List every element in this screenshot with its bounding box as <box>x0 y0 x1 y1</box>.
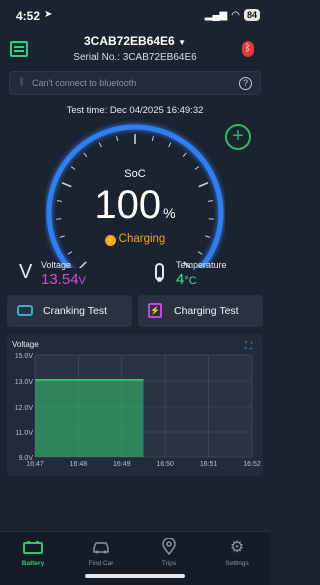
serial-number: Serial No.: 3CAB72EB64E6 <box>73 52 197 63</box>
nav-find-car[interactable]: Find Car <box>71 538 131 567</box>
device-selector[interactable]: 3CAB72EB64E6 ▼ <box>0 34 270 48</box>
signal-icon: ▂▄▆ <box>204 9 228 21</box>
nav-trips[interactable]: Trips <box>139 538 199 567</box>
soc-label: SoC <box>124 168 146 180</box>
voltage-unit: V <box>78 275 86 287</box>
nav-battery[interactable]: Battery <box>3 538 63 567</box>
gauge-tick <box>197 251 203 255</box>
test-time: Test time: Dec 04/2025 16:49:32 <box>66 105 204 116</box>
location-arrow-icon: ➤ <box>44 9 53 20</box>
charging-plug-icon: ⚡ <box>148 303 162 318</box>
thermometer-icon <box>155 263 164 282</box>
gauge-tick <box>98 142 102 148</box>
y-tick-label: 12.0V <box>15 405 34 412</box>
charging-test-button[interactable]: ⚡ Charging Test <box>138 295 263 327</box>
y-tick-label: 15.0V <box>15 353 34 360</box>
x-tick-label: 16:49 <box>113 461 131 468</box>
y-tick-label: 13.0V <box>15 379 34 386</box>
temperature-label: Temperature <box>176 260 227 270</box>
x-tick-label: 16:50 <box>156 461 174 468</box>
bolt-icon: ⚡ <box>104 235 116 246</box>
status-icons: ▂▄▆ ◠ 84 <box>205 9 260 21</box>
battery-status-icon: 84 <box>243 9 260 21</box>
x-tick-label: 16:52 <box>243 461 261 468</box>
device-name: 3CAB72EB64E6 <box>84 34 175 48</box>
voltage-icon: V <box>19 261 33 283</box>
bluetooth-disconnected-icon[interactable]: ᛒ <box>242 41 254 57</box>
gear-icon: ⚙ <box>229 539 245 556</box>
nav-trips-label: Trips <box>161 560 177 567</box>
voltage-area <box>35 379 144 457</box>
caret-down-icon: ▼ <box>178 38 186 47</box>
nav-settings-label: Settings <box>225 560 249 567</box>
cranking-test-label: Cranking Test <box>43 305 108 317</box>
nav-find-car-label: Find Car <box>88 560 114 567</box>
x-tick-label: 16:47 <box>26 461 44 468</box>
car-icon <box>71 538 131 556</box>
voltage-label: Voltage <box>41 260 72 270</box>
gauge-tick <box>168 142 172 148</box>
temperature-value: 4°C <box>176 271 197 288</box>
help-icon[interactable]: ? <box>239 77 252 90</box>
bluetooth-status-text: Can't connect to bluetooth <box>32 78 137 88</box>
gauge-tick <box>116 136 119 142</box>
voltage-chart: 15.0V13.0V12.0V11.0V9.0V16:47 16:48 16:49 1… <box>15 353 261 468</box>
charging-test-label: Charging Test <box>174 305 239 317</box>
bluetooth-status-bar[interactable]: ᛒ Can't connect to bluetooth ? <box>9 71 261 95</box>
wifi-icon: ◠ <box>231 9 240 21</box>
status-time: 4:52 <box>16 9 41 23</box>
soc-value: 100% <box>0 183 270 228</box>
charging-status: ⚡ Charging <box>0 233 270 246</box>
bluetooth-icon: ᛒ <box>19 77 25 88</box>
nav-battery-label: Battery <box>21 560 45 567</box>
gauge-tick <box>67 251 73 255</box>
add-button[interactable]: + <box>225 124 251 150</box>
soc-number: 100 <box>94 183 162 227</box>
voltage-number: 13.54 <box>41 271 79 288</box>
gauge-tick <box>151 136 154 142</box>
battery-icon <box>3 538 63 556</box>
temperature-unit: °C <box>184 275 197 287</box>
location-pin-icon <box>139 538 199 556</box>
voltage-value: 13.54V <box>41 271 86 288</box>
cranking-test-button[interactable]: Cranking Test <box>7 295 132 327</box>
gauge-tick <box>83 152 88 158</box>
charging-label: Charging <box>118 233 166 245</box>
nav-settings[interactable]: ⚙ Settings <box>207 538 267 567</box>
car-battery-icon <box>17 305 33 316</box>
y-tick-label: 11.0V <box>15 430 33 437</box>
gauge-tick <box>182 152 187 158</box>
x-tick-label: 16:51 <box>200 461 218 468</box>
soc-unit: % <box>163 205 176 221</box>
home-indicator <box>85 574 185 578</box>
gauge-tick <box>78 261 87 268</box>
x-tick-label: 16:48 <box>70 461 88 468</box>
